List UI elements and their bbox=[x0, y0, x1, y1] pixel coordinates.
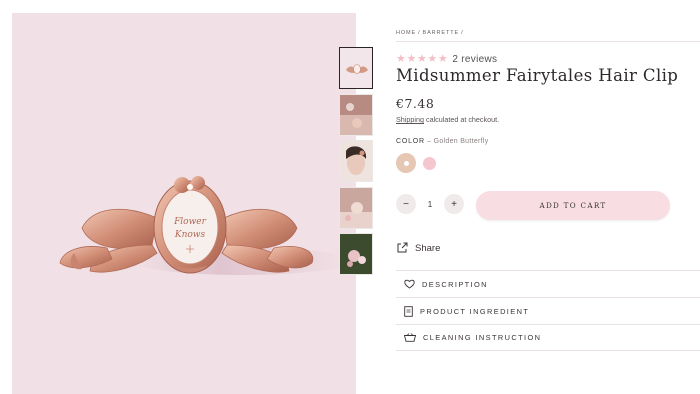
star-icon: ★ bbox=[396, 53, 406, 65]
thumbnail-2[interactable] bbox=[339, 93, 373, 136]
thumbnail-strip bbox=[339, 47, 373, 280]
accordion-label: PRODUCT INGREDIENT bbox=[420, 306, 530, 316]
swatch-dot bbox=[422, 156, 436, 170]
share-icon bbox=[397, 242, 408, 253]
accordion-cleaning-instruction[interactable]: CLEANING INSTRUCTION bbox=[396, 324, 700, 351]
color-selected-value: Golden Butterfly bbox=[433, 138, 489, 145]
star-icon: ★ bbox=[437, 53, 448, 65]
product-price: €7.48 bbox=[396, 96, 435, 111]
main-product-image[interactable]: Flower Knows bbox=[12, 13, 356, 394]
rating-row[interactable]: ★ ★ ★ ★ ★ 2 reviews bbox=[396, 54, 497, 66]
swatch-dot bbox=[403, 160, 409, 166]
color-swatches bbox=[396, 153, 442, 173]
quantity-stepper: − 1 + bbox=[396, 194, 464, 214]
shipping-text: calculated at checkout. bbox=[423, 115, 500, 124]
thumbnail-1[interactable] bbox=[339, 47, 373, 89]
color-separator: – bbox=[424, 138, 434, 145]
share-label: Share bbox=[415, 242, 441, 254]
star-icon: ★ bbox=[406, 53, 417, 65]
review-count[interactable]: 2 reviews bbox=[452, 54, 497, 65]
color-label: COLOR – Golden Butterfly bbox=[396, 138, 489, 145]
accordion-label: DESCRIPTION bbox=[422, 279, 488, 289]
star-icon: ★ bbox=[427, 53, 438, 65]
swatch-pink[interactable] bbox=[419, 153, 439, 173]
star-rating: ★ ★ ★ ★ ★ bbox=[396, 54, 448, 65]
product-accordion: DESCRIPTION PRODUCT INGREDIENT CLEANING … bbox=[396, 270, 700, 351]
thumbnail-4[interactable] bbox=[339, 186, 373, 229]
heart-icon bbox=[404, 279, 415, 289]
inscription-line2: Knows bbox=[174, 230, 206, 240]
shipping-note: Shipping calculated at checkout. bbox=[396, 115, 499, 124]
hair-clip-illustration: Flower Knows bbox=[59, 176, 352, 275]
quantity-input[interactable]: 1 bbox=[416, 200, 444, 209]
decrease-quantity-button[interactable]: − bbox=[396, 194, 416, 214]
breadcrumb-barrette[interactable]: BARRETTE bbox=[423, 30, 460, 36]
add-to-cart-button[interactable]: ADD TO CART bbox=[476, 191, 670, 220]
thumbnail-5[interactable] bbox=[339, 233, 373, 275]
shipping-link[interactable]: Shipping bbox=[396, 115, 424, 124]
share-button[interactable]: Share bbox=[396, 242, 440, 254]
swatch-golden-butterfly[interactable] bbox=[396, 153, 416, 173]
star-icon: ★ bbox=[416, 53, 427, 65]
breadcrumb-home[interactable]: HOME bbox=[396, 30, 416, 36]
product-title: Midsummer Fairytales Hair Clip bbox=[396, 66, 679, 85]
accordion-label: CLEANING INSTRUCTION bbox=[423, 333, 542, 342]
increase-quantity-button[interactable]: + bbox=[444, 194, 464, 214]
thumbnail-3[interactable] bbox=[339, 140, 373, 182]
inscription-line1: Flower bbox=[173, 217, 207, 227]
accordion-description[interactable]: DESCRIPTION bbox=[396, 270, 700, 297]
accordion-product-ingredient[interactable]: PRODUCT INGREDIENT bbox=[396, 297, 700, 324]
basket-icon bbox=[404, 333, 416, 342]
divider bbox=[396, 41, 700, 42]
color-label-text: COLOR bbox=[396, 138, 425, 145]
document-icon bbox=[404, 305, 413, 317]
breadcrumb: HOME / BARRETTE / bbox=[396, 30, 464, 36]
